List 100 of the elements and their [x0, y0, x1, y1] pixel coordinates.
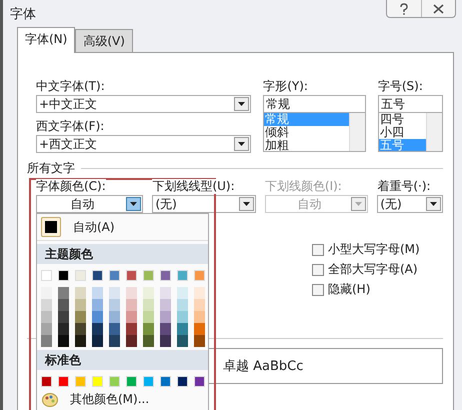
color-swatch[interactable]: [41, 323, 52, 335]
color-swatch[interactable]: [92, 323, 103, 335]
color-swatch[interactable]: [109, 335, 120, 347]
color-swatch[interactable]: [126, 323, 137, 335]
menu-item[interactable]: 自动(A): [37, 214, 208, 241]
color-swatch[interactable]: [194, 323, 205, 335]
color-swatch[interactable]: [75, 376, 86, 387]
color-swatch[interactable]: [143, 287, 154, 299]
color-swatch[interactable]: [58, 299, 69, 311]
caret-icon: [238, 102, 246, 106]
dropdown-field[interactable]: (无): [377, 195, 443, 213]
color-swatch[interactable]: [160, 335, 171, 347]
color-swatch[interactable]: [75, 270, 86, 281]
tab[interactable]: 高级(V): [75, 29, 133, 52]
color-swatch[interactable]: [58, 270, 69, 281]
color-swatch[interactable]: [41, 311, 52, 323]
preview-text: 卓越 AaBbCc: [223, 358, 304, 375]
color-swatch[interactable]: [126, 299, 137, 311]
help-icon: [399, 2, 409, 14]
color-swatch[interactable]: [92, 311, 103, 323]
color-swatch[interactable]: [160, 311, 171, 323]
color-swatch[interactable]: [75, 299, 86, 311]
list-item[interactable]: 加粗: [264, 139, 349, 151]
color-swatch[interactable]: [58, 311, 69, 323]
color-swatch[interactable]: [58, 323, 69, 335]
color-swatch[interactable]: [41, 287, 52, 299]
input-field[interactable]: 五号: [378, 95, 443, 113]
palette-icon: [42, 392, 58, 406]
color-swatch[interactable]: [92, 287, 103, 299]
color-swatch[interactable]: [75, 335, 86, 347]
checkbox[interactable]: [312, 244, 324, 256]
input-field[interactable]: 常规: [263, 95, 366, 113]
field-label: 下划线颜色(I):: [264, 179, 342, 194]
color-swatch[interactable]: [194, 287, 205, 299]
color-swatch[interactable]: [177, 270, 188, 281]
color-swatch[interactable]: [194, 299, 205, 311]
color-swatch[interactable]: [177, 311, 188, 323]
color-swatch[interactable]: [126, 311, 137, 323]
color-swatch[interactable]: [41, 270, 52, 281]
menu-item[interactable]: 其他颜色(M)...: [70, 391, 150, 408]
color-swatch[interactable]: [109, 287, 120, 299]
color-swatch[interactable]: [160, 299, 171, 311]
field-label: 着重号(·):: [377, 179, 431, 194]
color-swatch[interactable]: [143, 299, 154, 311]
field-label: 字号(S):: [378, 79, 424, 94]
color-swatch[interactable]: [109, 323, 120, 335]
color-swatch[interactable]: [75, 311, 86, 323]
color-swatch[interactable]: [58, 335, 69, 347]
color-swatch[interactable]: [126, 287, 137, 299]
color-swatch[interactable]: [177, 287, 188, 299]
color-swatch[interactable]: [109, 376, 120, 387]
dropdown-field[interactable]: +西文正文: [36, 135, 252, 153]
color-swatch[interactable]: [92, 376, 103, 387]
scrollbar[interactable]: [348, 113, 365, 151]
color-swatch[interactable]: [143, 335, 154, 347]
color-swatch[interactable]: [194, 335, 205, 347]
dropdown-field[interactable]: 自动: [36, 195, 144, 213]
list-item[interactable]: 小四: [378, 126, 426, 139]
color-swatch[interactable]: [109, 311, 120, 323]
color-swatch[interactable]: [194, 270, 205, 281]
tab[interactable]: 字体(N): [17, 27, 76, 53]
checkbox[interactable]: [312, 284, 324, 296]
color-swatch[interactable]: [143, 376, 154, 387]
color-swatch[interactable]: [109, 299, 120, 311]
color-swatch[interactable]: [126, 270, 137, 281]
color-swatch[interactable]: [194, 311, 205, 323]
dropdown-field[interactable]: (无): [152, 195, 256, 213]
color-swatch[interactable]: [41, 299, 52, 311]
color-swatch[interactable]: [92, 335, 103, 347]
color-swatch[interactable]: [177, 335, 188, 347]
color-swatch[interactable]: [160, 270, 171, 281]
scrollbar[interactable]: [426, 113, 442, 151]
color-swatch[interactable]: [41, 335, 52, 347]
color-swatch[interactable]: [177, 376, 188, 387]
color-swatch[interactable]: [177, 299, 188, 311]
color-swatch[interactable]: [126, 376, 137, 387]
color-swatch[interactable]: [92, 270, 103, 281]
color-swatch[interactable]: [160, 323, 171, 335]
color-swatch[interactable]: [126, 335, 137, 347]
color-swatch[interactable]: [75, 287, 86, 299]
color-swatch[interactable]: [160, 376, 171, 387]
color-swatch[interactable]: [160, 287, 171, 299]
list-item[interactable]: 四号: [378, 113, 426, 126]
checkbox-label: 全部大写字母(A): [328, 261, 418, 278]
color-swatch[interactable]: [143, 323, 154, 335]
checkbox[interactable]: [312, 264, 324, 276]
caret-icon: [238, 142, 246, 146]
color-swatch[interactable]: [177, 323, 188, 335]
caret-icon: [430, 202, 437, 206]
dropdown-field[interactable]: +中文正文: [36, 95, 252, 113]
color-swatch[interactable]: [194, 376, 205, 387]
list-item[interactable]: 倾斜: [264, 126, 349, 139]
color-swatch[interactable]: [75, 323, 86, 335]
color-swatch[interactable]: [58, 287, 69, 299]
color-swatch[interactable]: [109, 270, 120, 281]
color-swatch[interactable]: [143, 270, 154, 281]
color-swatch[interactable]: [41, 376, 52, 387]
color-swatch[interactable]: [143, 311, 154, 323]
color-swatch[interactable]: [92, 299, 103, 311]
color-swatch[interactable]: [58, 376, 69, 387]
